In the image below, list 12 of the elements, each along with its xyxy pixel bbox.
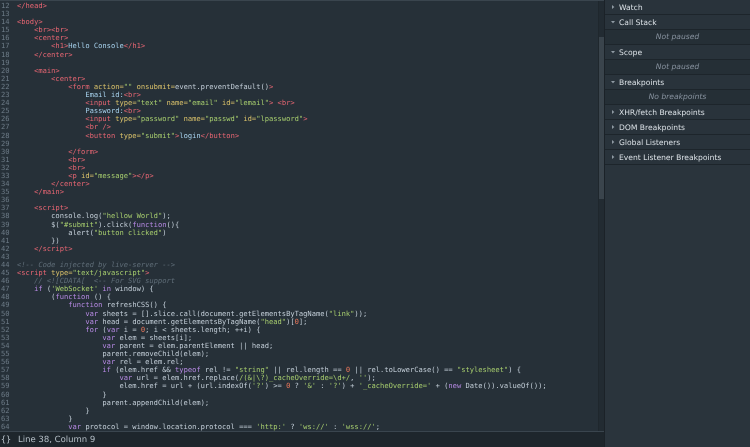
expand-triangle-icon [611, 50, 615, 54]
expand-triangle-icon [611, 125, 615, 129]
code-editor[interactable] [0, 0, 604, 431]
expand-triangle-icon [611, 110, 615, 114]
scrollbar-thumb[interactable] [599, 37, 604, 199]
expand-triangle-icon [611, 20, 615, 24]
cursor-position: Line 38, Column 9 [18, 434, 96, 444]
expand-triangle-icon [611, 5, 615, 9]
code-format-icon[interactable]: {} [0, 434, 12, 444]
expand-triangle-icon [611, 80, 615, 84]
expand-triangle-icon [611, 140, 615, 144]
expand-triangle-icon [611, 155, 615, 159]
